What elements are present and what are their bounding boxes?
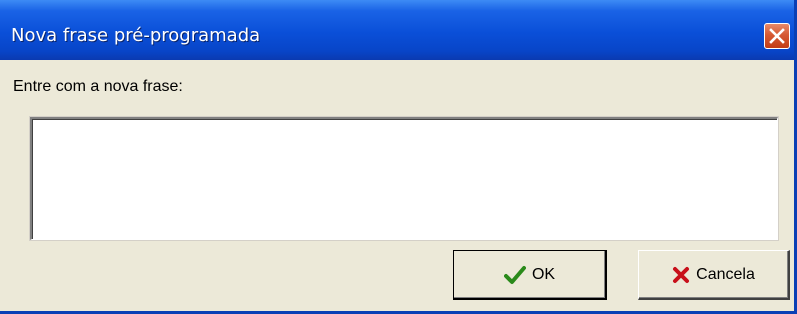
title-bar[interactable]: Nova frase pré-programada: [0, 0, 794, 60]
window-title: Nova frase pré-programada: [11, 25, 261, 46]
x-mark-icon: [672, 266, 690, 284]
ok-button[interactable]: OK: [453, 250, 607, 300]
prompt-label: Entre com a nova frase:: [13, 78, 183, 95]
checkmark-icon: [503, 265, 526, 285]
ok-button-label: OK: [531, 265, 556, 283]
cancel-button-label: Cancela: [696, 265, 755, 283]
dialog-window: Nova frase pré-programada Entre com a no…: [0, 0, 797, 314]
close-button[interactable]: [764, 23, 790, 49]
close-icon: [769, 28, 785, 44]
cancel-button[interactable]: Cancela: [638, 250, 790, 300]
phrase-input[interactable]: [29, 116, 779, 241]
